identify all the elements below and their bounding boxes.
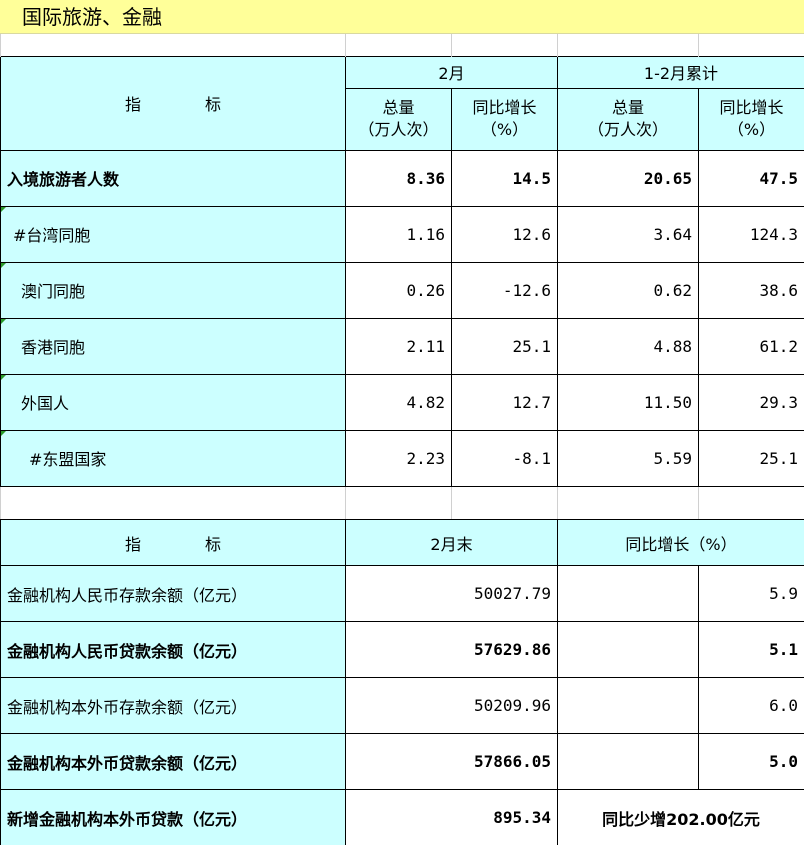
empty-cell: [557, 733, 699, 790]
row-label: 金融机构本外币贷款余额（亿元）: [0, 733, 346, 790]
table-row: 入境旅游者人数 8.36 14.5 20.65 47.5: [0, 149, 804, 207]
total-label: 总量: [382, 98, 415, 117]
growth-unit: （%）: [727, 120, 776, 139]
row-label: #东盟国家: [0, 429, 346, 487]
blank-row: [0, 34, 804, 56]
growth-cell: 5.1: [698, 621, 804, 678]
feb-growth-header: 同比增长 （%）: [451, 87, 558, 151]
value-cell: 57629.86: [345, 621, 558, 678]
cum-total-cell: 5.59: [557, 429, 699, 487]
tourism-header-row-1: 指 标 2月 1-2月累计: [0, 55, 804, 151]
cum-total-cell: 11.50: [557, 373, 699, 431]
cum-growth-cell: 29.3: [698, 373, 804, 431]
feb-end-header: 2月末: [345, 519, 558, 566]
empty-cell: [557, 565, 699, 622]
cum-growth-cell: 25.1: [698, 429, 804, 487]
total-unit: （万人次）: [358, 120, 439, 139]
finance-table: 指 标 2月末 同比增长（%） 金融机构人民币存款余额（亿元） 50027.79…: [0, 519, 804, 845]
total-unit: （万人次）: [587, 120, 668, 139]
row-label: 新增金融机构本外币贷款（亿元）: [0, 789, 346, 845]
growth-unit: （%）: [480, 120, 529, 139]
cum-growth-cell: 124.3: [698, 205, 804, 263]
value-cell: 895.34: [345, 789, 558, 845]
feb-growth-cell: -8.1: [451, 429, 558, 487]
value-cell: 50209.96: [345, 677, 558, 734]
cum-growth-cell: 38.6: [698, 261, 804, 319]
cum-total-header: 总量 （万人次）: [557, 87, 699, 151]
gap-row: [0, 485, 804, 520]
cum-total-cell: 3.64: [557, 205, 699, 263]
growth-cell: 6.0: [698, 677, 804, 734]
row-label: 香港同胞: [0, 317, 346, 375]
group-header-cumulative: 1-2月累计: [557, 55, 804, 89]
table-row: 金融机构本外币存款余额（亿元） 50209.96 6.0: [0, 677, 804, 734]
feb-growth-cell: 14.5: [451, 149, 558, 207]
row-label: 外国人: [0, 373, 346, 431]
growth-cell: 5.9: [698, 565, 804, 622]
row-label: #台湾同胞: [0, 205, 346, 263]
cum-growth-cell: 61.2: [698, 317, 804, 375]
table-row: 金融机构人民币存款余额（亿元） 50027.79 5.9: [0, 565, 804, 622]
value-cell: 57866.05: [345, 733, 558, 790]
total-label: 总量: [611, 98, 644, 117]
empty-cell: [557, 621, 699, 678]
indicator-header: 指 标: [0, 55, 346, 151]
feb-growth-cell: 12.7: [451, 373, 558, 431]
table-row: 澳门同胞 0.26 -12.6 0.62 38.6: [0, 261, 804, 319]
table-row: 金融机构人民币贷款余额（亿元） 57629.86 5.1: [0, 621, 804, 678]
table-row: 外国人 4.82 12.7 11.50 29.3: [0, 373, 804, 431]
feb-growth-cell: 12.6: [451, 205, 558, 263]
page-title: 国际旅游、金融: [0, 0, 804, 34]
tourism-table: 指 标 2月 1-2月累计 总量 （万人次） 同比增长 （%） 总量 （万人次）…: [0, 34, 804, 520]
table-row: 新增金融机构本外币贷款（亿元） 895.34 同比少增202.00亿元: [0, 789, 804, 845]
cum-total-cell: 0.62: [557, 261, 699, 319]
cum-growth-cell: 47.5: [698, 149, 804, 207]
growth-cell: 同比少增202.00亿元: [557, 789, 804, 845]
growth-header: 同比增长（%）: [557, 519, 804, 566]
finance-header-row: 指 标 2月末 同比增长（%）: [0, 519, 804, 566]
growth-label: 同比增长: [472, 98, 537, 117]
indicator-header: 指 标: [0, 519, 346, 566]
cum-total-cell: 20.65: [557, 149, 699, 207]
table-row: #台湾同胞 1.16 12.6 3.64 124.3: [0, 205, 804, 263]
row-label: 金融机构本外币存款余额（亿元）: [0, 677, 346, 734]
feb-total-cell: 0.26: [345, 261, 452, 319]
table-row: 香港同胞 2.11 25.1 4.88 61.2: [0, 317, 804, 375]
row-label: 金融机构人民币贷款余额（亿元）: [0, 621, 346, 678]
row-label: 金融机构人民币存款余额（亿元）: [0, 565, 346, 622]
feb-total-cell: 2.23: [345, 429, 452, 487]
table-row: 金融机构本外币贷款余额（亿元） 57866.05 5.0: [0, 733, 804, 790]
empty-cell: [557, 677, 699, 734]
growth-cell: 5.0: [698, 733, 804, 790]
cum-growth-header: 同比增长 （%）: [698, 87, 804, 151]
feb-total-cell: 2.11: [345, 317, 452, 375]
feb-growth-cell: -12.6: [451, 261, 558, 319]
row-label: 澳门同胞: [0, 261, 346, 319]
growth-label: 同比增长: [719, 98, 784, 117]
value-cell: 50027.79: [345, 565, 558, 622]
table-row: #东盟国家 2.23 -8.1 5.59 25.1: [0, 429, 804, 487]
feb-total-header: 总量 （万人次）: [345, 87, 452, 151]
feb-total-cell: 4.82: [345, 373, 452, 431]
feb-total-cell: 8.36: [345, 149, 452, 207]
group-header-feb: 2月: [345, 55, 558, 89]
cum-total-cell: 4.88: [557, 317, 699, 375]
feb-total-cell: 1.16: [345, 205, 452, 263]
feb-growth-cell: 25.1: [451, 317, 558, 375]
row-label: 入境旅游者人数: [0, 149, 346, 207]
